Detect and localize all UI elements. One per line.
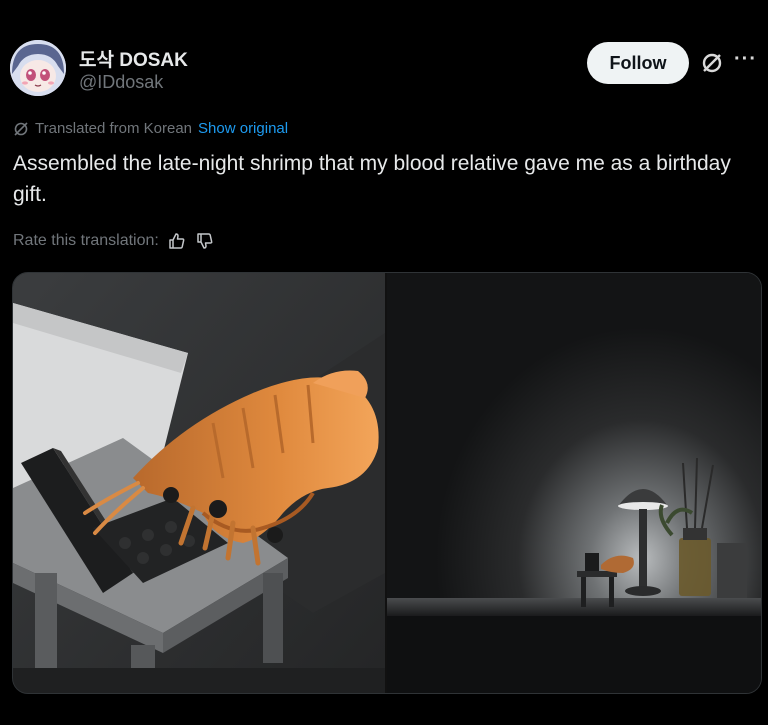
media-grid <box>12 272 762 694</box>
rate-label: Rate this translation: <box>13 232 159 249</box>
lego-shrimp-closeup-photo[interactable] <box>13 273 385 693</box>
translated-label: Translated from Korean <box>35 120 193 137</box>
thumbs-down-icon[interactable] <box>195 231 215 251</box>
show-original-link[interactable]: Show original <box>198 120 288 137</box>
display-name[interactable]: 도삭 DOSAK <box>79 45 188 72</box>
thumbs-up-icon[interactable] <box>167 231 187 251</box>
translation-info: Translated from Korean Show original <box>13 120 288 137</box>
follow-button[interactable]: Follow <box>587 42 689 84</box>
avatar[interactable] <box>10 40 66 96</box>
lego-shrimp-desk-lamp-photo[interactable] <box>387 273 761 693</box>
translate-icon <box>14 121 28 136</box>
tweet-card: 도삭 DOSAK @IDdosak Follow ··· Translated … <box>0 0 768 725</box>
author-handle[interactable]: @IDdosak <box>79 72 163 93</box>
tweet-text: Assembled the late-night shrimp that my … <box>13 152 731 206</box>
author-name[interactable]: 도삭 DOSAK <box>79 45 188 72</box>
grok-icon[interactable] <box>701 52 723 74</box>
avatar-illustration <box>10 40 66 96</box>
more-dots-icon[interactable]: ··· <box>734 48 757 71</box>
rate-translation: Rate this translation: <box>13 231 215 251</box>
